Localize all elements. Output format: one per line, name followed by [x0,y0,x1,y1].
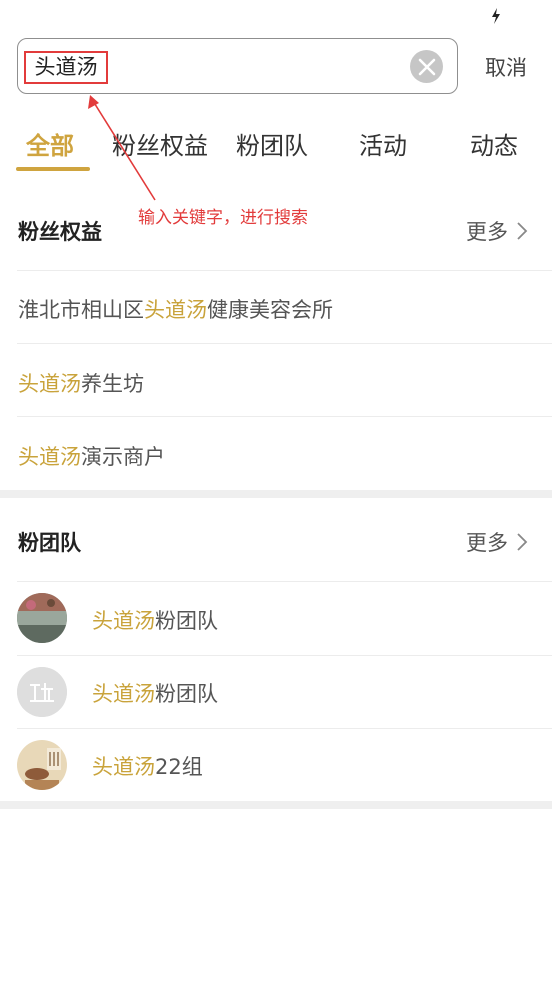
fan-benefits-more-link[interactable]: 更多 [466,216,528,246]
item-text: 演示商户 [81,445,165,469]
charging-bolt-icon [492,8,500,24]
section-separator [0,801,552,809]
item-text: 淮北市相山区 [18,298,144,322]
section-separator [0,490,552,498]
divider [17,416,552,417]
divider [17,270,552,271]
annotation-label: 输入关键字，进行搜索 [138,208,308,228]
team-item[interactable]: 头道汤粉团队 [92,678,218,708]
clear-search-button[interactable] [410,50,443,83]
list-item[interactable]: 头道汤演示商户 [18,441,165,471]
item-text: 健康美容会所 [207,298,333,322]
tab-fan-benefits[interactable]: 粉丝权益 [112,122,208,172]
tab-all[interactable]: 全部 [26,122,74,172]
team-item[interactable]: 头道汤粉团队 [92,605,218,635]
item-text: 养生坊 [81,372,144,396]
item-text: 粉团队 [155,682,218,706]
keyword-highlight: 头道汤 [92,755,155,779]
fan-teams-title: 粉团队 [18,531,81,555]
item-text: 22组 [155,755,203,779]
more-label: 更多 [466,531,508,555]
tab-activities[interactable]: 活动 [359,122,407,172]
divider [17,343,552,344]
list-item[interactable]: 头道汤养生坊 [18,368,144,398]
team-item[interactable]: 头道汤22组 [92,751,203,781]
item-text: 粉团队 [155,609,218,633]
keyword-highlight: 头道汤 [18,445,81,469]
more-label: 更多 [466,220,508,244]
search-query-text[interactable]: 头道汤 [24,51,108,84]
keyword-highlight: 头道汤 [144,298,207,322]
list-item[interactable]: 淮北市相山区头道汤健康美容会所 [18,294,333,324]
keyword-highlight: 头道汤 [92,609,155,633]
chevron-right-icon [517,533,528,551]
fan-benefits-title: 粉丝权益 [18,220,102,244]
divider [17,581,552,582]
divider [17,655,552,656]
keyword-highlight: 头道汤 [92,682,155,706]
status-bar [0,0,552,30]
photo-avatar-icon [17,593,67,643]
active-tab-indicator [16,167,90,171]
tab-news[interactable]: 动态 [470,122,518,172]
chevron-right-icon [517,222,528,240]
divider [17,728,552,729]
category-tabs: 全部 粉丝权益 粉团队 活动 动态 [0,122,552,172]
cancel-button[interactable]: 取消 [470,52,542,84]
fan-teams-more-link[interactable]: 更多 [466,527,528,557]
close-icon [418,58,435,75]
logo-avatar-icon [17,667,67,717]
tea-avatar-icon [17,740,67,790]
tab-fan-teams[interactable]: 粉团队 [236,122,308,172]
keyword-highlight: 头道汤 [18,372,81,396]
